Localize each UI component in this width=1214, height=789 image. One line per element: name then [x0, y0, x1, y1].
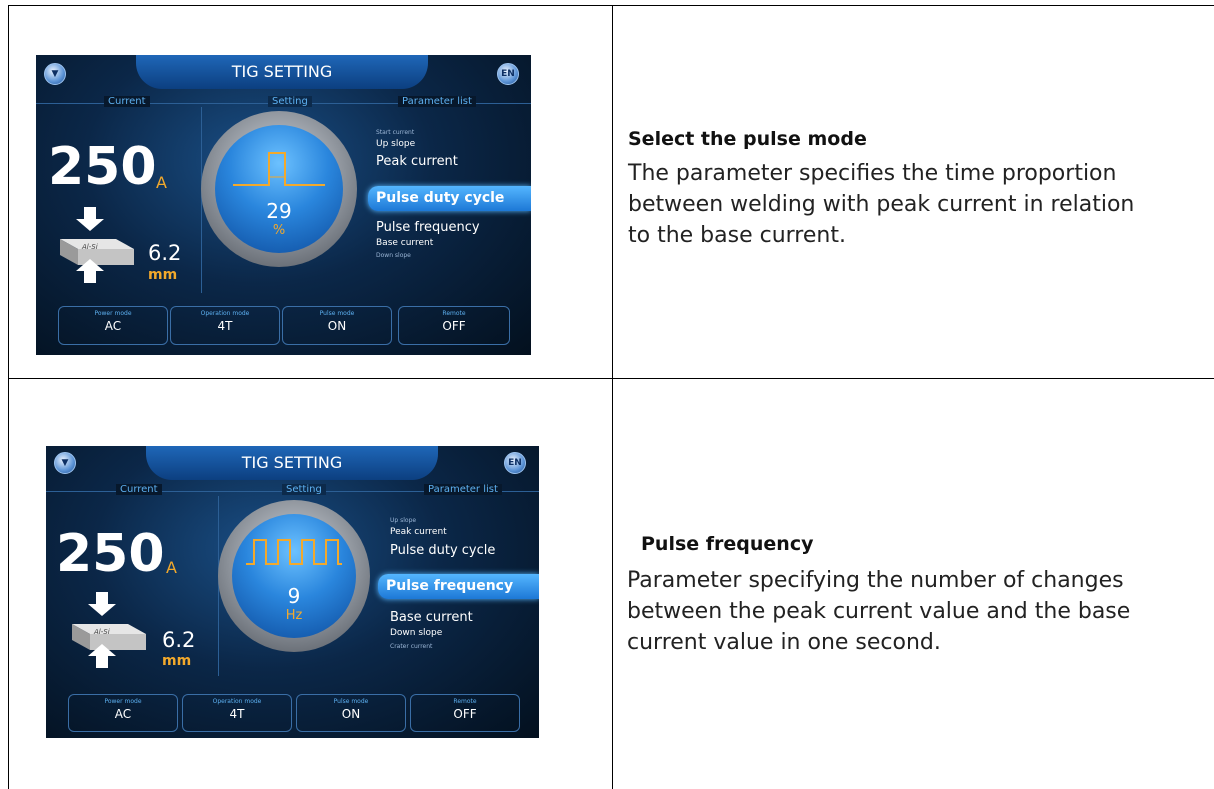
workpiece-plate-icon: Al-Si: [72, 592, 146, 668]
mode-label: Power mode: [104, 698, 142, 705]
param-item[interactable]: Peak current: [376, 154, 458, 169]
param-item[interactable]: Down slope: [390, 628, 442, 638]
thickness-value: 6.2: [162, 628, 196, 652]
screen-title-bar: TIG SETTING: [136, 55, 428, 89]
description-line: to the base current.: [628, 223, 846, 248]
workpiece-plate-icon: Al-Si: [60, 207, 134, 283]
mode-power[interactable]: Power mode AC: [58, 306, 168, 345]
mode-value: OFF: [442, 319, 466, 333]
param-item-selected[interactable]: Pulse frequency: [378, 574, 539, 599]
mode-remote[interactable]: Remote OFF: [410, 694, 520, 732]
section-label-setting: Setting: [282, 484, 326, 495]
dial-unit: Hz: [285, 608, 303, 623]
mode-value: 4T: [229, 707, 245, 721]
screen-title: TIG SETTING: [231, 62, 333, 81]
current-unit: A: [166, 558, 177, 577]
pulse-train-waveform-icon: [246, 539, 342, 565]
current-value: 250: [56, 524, 165, 584]
mode-value: AC: [114, 707, 132, 721]
mode-label: Pulse mode: [333, 698, 369, 705]
mode-label: Remote: [442, 310, 466, 317]
description-line: current value in one second.: [627, 630, 941, 655]
mode-value: OFF: [453, 707, 477, 721]
param-item-selected[interactable]: Pulse duty cycle: [368, 186, 531, 211]
description-line: between the peak current value and the b…: [627, 599, 1131, 624]
home-icon[interactable]: ▼: [44, 63, 66, 85]
param-item[interactable]: Pulse frequency: [376, 220, 480, 235]
row-title: Select the pulse mode: [628, 128, 867, 150]
param-item[interactable]: Up slope: [376, 139, 415, 149]
dial-value: 29: [266, 199, 292, 223]
material-label: Al-Si: [81, 243, 98, 251]
section-label-current: Current: [104, 96, 150, 107]
thickness-unit: mm: [162, 653, 192, 669]
param-item[interactable]: Base current: [376, 238, 433, 248]
section-label-parameter-list: Parameter list: [398, 96, 476, 107]
row-description-text: The parameter specifies the time proport…: [628, 158, 1198, 251]
row-description-text: Parameter specifying the number of chang…: [627, 565, 1197, 658]
mode-value: 4T: [217, 319, 233, 333]
language-button[interactable]: EN: [497, 63, 519, 85]
dial-face: 29 %: [215, 125, 343, 253]
material-label: Al-Si: [93, 628, 110, 636]
current-value: 250: [48, 137, 157, 197]
pulse-waveform-icon: [233, 152, 325, 186]
mode-value: AC: [104, 319, 122, 333]
thickness-value: 6.2: [148, 241, 182, 265]
description-line: The parameter specifies the time proport…: [628, 161, 1117, 186]
description-line: between welding with peak current in rel…: [628, 192, 1135, 217]
table-top-border: [8, 5, 1214, 6]
mode-remote[interactable]: Remote OFF: [398, 306, 510, 345]
home-icon[interactable]: ▼: [54, 452, 76, 474]
mode-label: Operation mode: [200, 310, 250, 317]
mode-power[interactable]: Power mode AC: [68, 694, 178, 732]
table-column-divider: [612, 5, 613, 789]
thickness-unit: mm: [148, 267, 178, 283]
param-item[interactable]: Crater current: [390, 643, 432, 650]
mode-pulse[interactable]: Pulse mode ON: [296, 694, 406, 732]
mode-label: Remote: [453, 698, 477, 705]
param-item[interactable]: Peak current: [390, 527, 447, 537]
section-label-setting: Setting: [268, 96, 312, 107]
row-description: Pulse frequency Parameter specifying the…: [627, 533, 1197, 658]
table-left-border: [8, 5, 9, 789]
mode-operation[interactable]: Operation mode 4T: [170, 306, 280, 345]
mode-label: Operation mode: [212, 698, 262, 705]
param-item[interactable]: Base current: [390, 610, 473, 625]
description-line: Parameter specifying the number of chang…: [627, 568, 1124, 593]
section-label-current: Current: [116, 484, 162, 495]
row-title: Pulse frequency: [641, 533, 814, 555]
dial-face: 9 Hz: [232, 514, 356, 638]
current-unit: A: [156, 173, 167, 192]
tig-screen-pulse-duty: ▼ TIG SETTING EN Current Setting Paramet…: [36, 55, 531, 355]
table-row-divider: [8, 378, 1214, 379]
param-item[interactable]: Down slope: [376, 252, 411, 259]
mode-operation[interactable]: Operation mode 4T: [182, 694, 292, 732]
param-item[interactable]: Up slope: [390, 517, 416, 524]
section-label-parameter-list: Parameter list: [424, 484, 502, 495]
screen-title-bar: TIG SETTING: [146, 446, 438, 480]
mode-pulse[interactable]: Pulse mode ON: [282, 306, 392, 345]
setting-dial[interactable]: 9 Hz: [218, 500, 370, 652]
dial-value: 9: [287, 584, 301, 608]
mode-label: Power mode: [94, 310, 132, 317]
param-item[interactable]: Pulse duty cycle: [390, 543, 495, 558]
mode-value: ON: [341, 707, 361, 721]
setting-dial[interactable]: 29 %: [201, 111, 357, 267]
mode-label: Pulse mode: [319, 310, 355, 317]
mode-value: ON: [327, 319, 347, 333]
language-button[interactable]: EN: [504, 452, 526, 474]
tig-screen-pulse-frequency: ▼ TIG SETTING EN Current Setting Paramet…: [46, 446, 539, 738]
screen-title: TIG SETTING: [241, 453, 343, 472]
param-item[interactable]: Start current: [376, 129, 414, 136]
row-description: Select the pulse mode The parameter spec…: [628, 128, 1198, 251]
dial-unit: %: [272, 223, 286, 238]
